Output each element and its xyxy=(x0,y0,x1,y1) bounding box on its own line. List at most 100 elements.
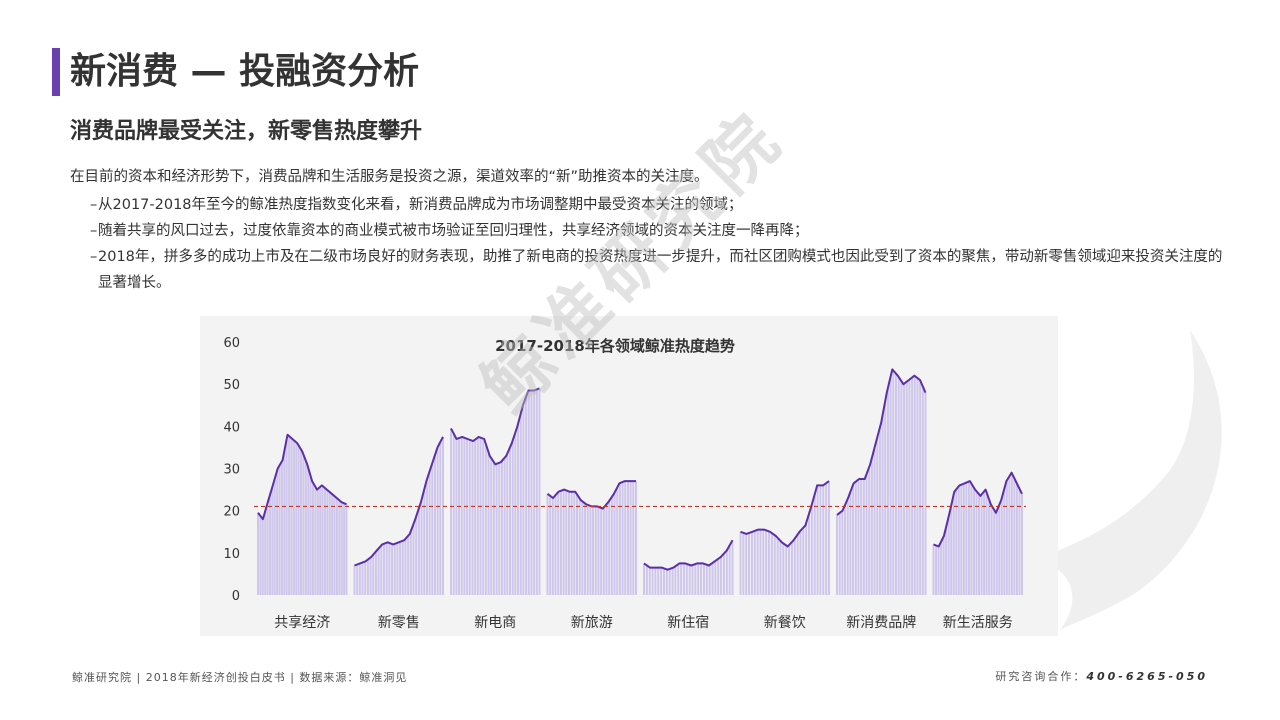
series-bar-2 xyxy=(511,440,514,595)
series-bar-4 xyxy=(671,567,674,595)
series-bar-6 xyxy=(857,479,860,595)
series-bar-4 xyxy=(708,564,711,595)
series-bar-0 xyxy=(268,494,271,595)
series-bar-0 xyxy=(288,436,291,595)
series-bar-1 xyxy=(433,455,436,595)
series-bar-2 xyxy=(490,458,493,595)
series-bar-3 xyxy=(602,507,605,595)
series-bar-5 xyxy=(805,522,808,595)
series-bar-3 xyxy=(586,504,589,595)
series-bar-3 xyxy=(594,506,597,595)
bullet-item: – 随着共享的风口过去，过度依靠资本的商业模式被市场验证至回归理性，共享经济领域的… xyxy=(70,218,1230,244)
series-bar-5 xyxy=(819,485,822,595)
series-bar-4 xyxy=(677,564,680,595)
series-bar-6 xyxy=(865,474,868,595)
series-bar-3 xyxy=(573,491,576,595)
series-bar-2 xyxy=(482,438,485,595)
series-bar-1 xyxy=(401,540,404,595)
series-bar-4 xyxy=(643,563,645,595)
series-bar-3 xyxy=(610,496,613,595)
series-bar-3 xyxy=(570,491,573,595)
series-bar-6 xyxy=(838,512,841,595)
series-bar-6 xyxy=(846,498,849,595)
series-bar-1 xyxy=(436,447,439,595)
footer-source: 鲸准研究院 | 2018年新经济创投白皮书 | 数据来源：鲸准洞见 xyxy=(72,671,408,684)
series-bar-7 xyxy=(962,483,965,595)
series-bar-6 xyxy=(921,386,924,595)
series-bar-0 xyxy=(285,438,288,595)
series-bar-3 xyxy=(635,481,637,595)
series-bar-2 xyxy=(514,432,517,595)
series-bar-7 xyxy=(990,505,993,595)
series-bar-0 xyxy=(316,488,319,595)
series-bar-0 xyxy=(328,492,331,595)
x-category-label: 共享经济 xyxy=(274,614,330,631)
series-bar-5 xyxy=(825,483,828,595)
series-bar-1 xyxy=(409,531,412,595)
series-bar-7 xyxy=(1000,497,1003,595)
series-bar-0 xyxy=(271,486,274,595)
series-bar-4 xyxy=(674,566,677,595)
series-bar-5 xyxy=(808,513,811,595)
series-bar-0 xyxy=(276,470,279,595)
series-bar-1 xyxy=(353,565,356,595)
series-bar-7 xyxy=(932,544,935,595)
series-bar-0 xyxy=(323,487,326,595)
y-tick-label: 60 xyxy=(223,336,240,351)
series-bar-7 xyxy=(998,504,1001,595)
series-bar-5 xyxy=(793,538,796,595)
series-bar-5 xyxy=(750,531,753,595)
series-bar-1 xyxy=(431,463,434,595)
dash-icon: – xyxy=(90,223,98,239)
x-category-label: 新旅游 xyxy=(571,615,613,631)
series-bar-0 xyxy=(331,494,334,595)
series-bar-1 xyxy=(442,436,444,595)
series-bar-4 xyxy=(702,563,705,595)
series-bar-2 xyxy=(463,437,466,595)
series-bar-7 xyxy=(967,481,970,595)
series-bar-1 xyxy=(369,557,372,595)
series-bar-3 xyxy=(562,489,565,595)
series-bar-4 xyxy=(685,563,688,595)
series-bar-7 xyxy=(937,546,940,595)
series-bar-4 xyxy=(717,558,720,595)
series-bar-7 xyxy=(1008,476,1011,595)
x-category-label: 新餐饮 xyxy=(764,615,806,631)
series-bar-2 xyxy=(530,390,533,595)
series-bar-6 xyxy=(919,380,922,595)
series-bar-2 xyxy=(538,388,541,595)
series-bar-2 xyxy=(527,390,530,595)
title-accent-bar xyxy=(52,48,60,96)
series-bar-1 xyxy=(425,479,428,595)
series-bar-6 xyxy=(854,481,857,595)
series-bar-4 xyxy=(711,562,714,595)
series-bar-1 xyxy=(372,554,375,595)
series-bar-4 xyxy=(731,540,734,595)
dash-icon: – xyxy=(90,197,98,213)
series-bar-6 xyxy=(868,466,871,595)
series-bar-6 xyxy=(897,377,900,595)
series-bar-7 xyxy=(950,505,953,595)
dash-icon: – xyxy=(90,249,98,265)
series-bar-2 xyxy=(466,438,469,595)
series-bar-1 xyxy=(356,564,359,595)
series-bar-6 xyxy=(892,370,895,595)
series-bar-4 xyxy=(714,560,717,595)
series-bar-0 xyxy=(312,482,315,595)
series-bar-5 xyxy=(813,494,816,595)
series-bar-2 xyxy=(484,444,487,595)
series-bar-3 xyxy=(605,504,608,595)
series-bar-3 xyxy=(616,487,619,595)
series-bar-4 xyxy=(691,565,694,595)
series-bar-7 xyxy=(978,494,981,595)
series-bar-4 xyxy=(725,550,728,595)
series-bar-3 xyxy=(581,501,584,595)
series-bar-7 xyxy=(940,541,943,595)
series-bar-6 xyxy=(836,514,838,595)
series-bar-6 xyxy=(903,383,906,595)
series-bar-7 xyxy=(995,510,998,595)
series-bar-2 xyxy=(498,462,501,595)
series-bar-1 xyxy=(399,541,402,595)
series-bar-4 xyxy=(720,556,723,595)
series-bar-6 xyxy=(924,392,927,595)
